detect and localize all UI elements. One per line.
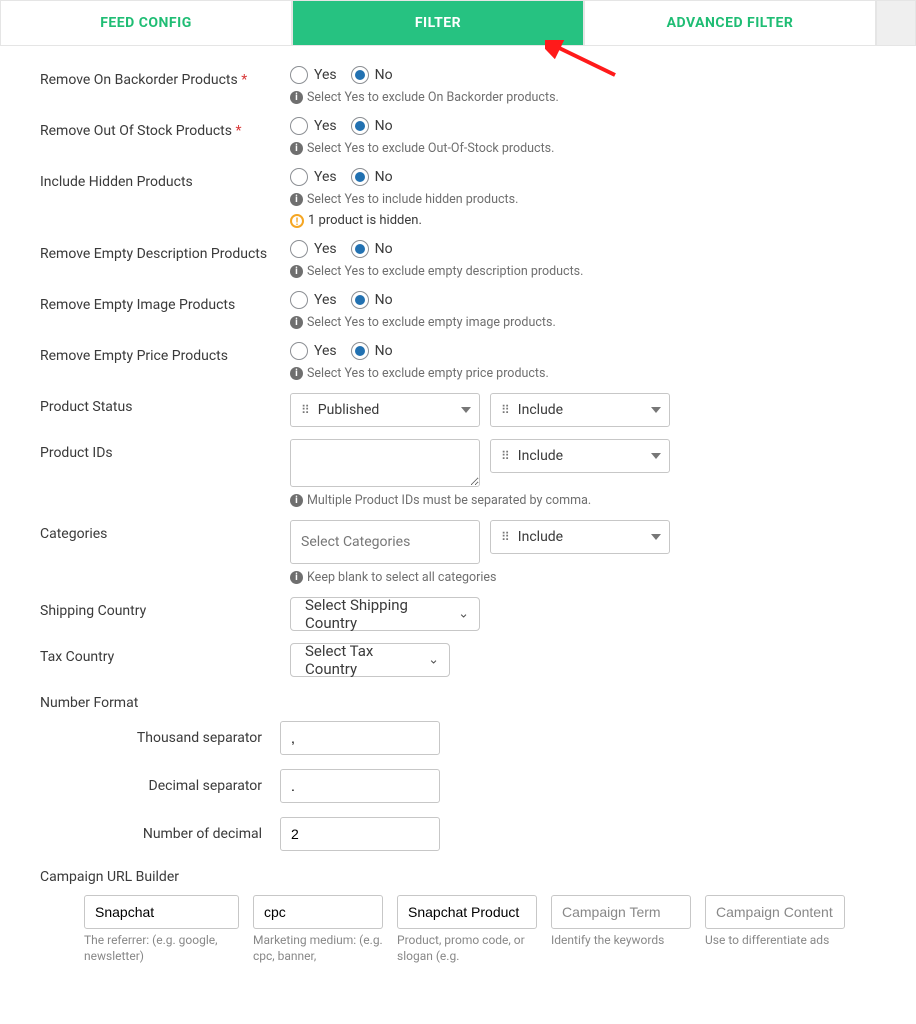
label-shipping-country: Shipping Country [40, 597, 290, 619]
radio-empty-desc-yes[interactable]: Yes [290, 240, 337, 258]
info-icon: i [290, 316, 303, 329]
radio-hidden-no[interactable]: No [351, 168, 393, 186]
required-indicator: * [235, 123, 241, 139]
radio-empty-desc-no[interactable]: No [351, 240, 393, 258]
label-remove-empty-price: Remove Empty Price Products [40, 342, 290, 364]
label-number-format: Number Format [40, 695, 876, 711]
label-remove-empty-image: Remove Empty Image Products [40, 291, 290, 313]
chevron-down-icon [651, 534, 661, 540]
label-product-ids: Product IDs [40, 439, 290, 461]
label-remove-outofstock: Remove Out Of Stock Products * [40, 117, 290, 139]
radio-backorder-no[interactable]: No [351, 66, 393, 84]
drag-handle-icon [501, 529, 512, 545]
label-remove-empty-desc: Remove Empty Description Products [40, 240, 290, 262]
hint-utm-content: Use to differentiate ads [705, 933, 845, 949]
drag-handle-icon [301, 402, 312, 418]
drag-handle-icon [501, 448, 512, 464]
chevron-down-icon [461, 407, 471, 413]
radio-outofstock-no[interactable]: No [351, 117, 393, 135]
hint-empty-desc: Select Yes to exclude empty description … [307, 264, 583, 279]
warning-icon: ! [290, 214, 304, 228]
select-product-status[interactable]: Published [290, 393, 480, 427]
label-campaign-url-builder: Campaign URL Builder [40, 869, 876, 885]
info-icon: i [290, 91, 303, 104]
drag-handle-icon [501, 402, 512, 418]
hint-empty-price: Select Yes to exclude empty price produc… [307, 366, 549, 381]
warn-hidden: 1 product is hidden. [308, 213, 422, 228]
info-icon: i [290, 367, 303, 380]
tab-filter[interactable]: FILTER [292, 0, 584, 45]
label-tax-country: Tax Country [40, 643, 290, 665]
label-num-decimal: Number of decimal [40, 826, 280, 842]
hint-hidden: Select Yes to include hidden products. [307, 192, 518, 207]
hint-outofstock: Select Yes to exclude Out-Of-Stock produ… [307, 141, 554, 156]
info-icon: i [290, 494, 303, 507]
hint-utm-campaign: Product, promo code, or slogan (e.g. [397, 933, 537, 964]
label-thousand-sep: Thousand separator [40, 730, 280, 746]
radio-empty-price-yes[interactable]: Yes [290, 342, 337, 360]
label-product-status: Product Status [40, 393, 290, 415]
tab-advanced-filter[interactable]: ADVANCED FILTER [584, 0, 876, 45]
hint-utm-medium: Marketing medium: (e.g. cpc, banner, [253, 933, 383, 964]
chevron-down-icon [651, 453, 661, 459]
textarea-product-ids[interactable] [290, 439, 480, 487]
hint-categories: Keep blank to select all categories [307, 570, 496, 585]
info-icon: i [290, 193, 303, 206]
hint-product-ids: Multiple Product IDs must be separated b… [307, 493, 591, 508]
input-utm-campaign[interactable] [397, 895, 537, 929]
tab-feed-config[interactable]: FEED CONFIG [0, 0, 292, 45]
label-include-hidden: Include Hidden Products [40, 168, 290, 190]
hint-utm-source: The referrer: (e.g. google, newsletter) [84, 933, 239, 964]
input-utm-content[interactable] [705, 895, 845, 929]
select-categories[interactable]: Select Categories [290, 520, 480, 564]
input-decimal-sep[interactable] [280, 769, 440, 803]
info-icon: i [290, 142, 303, 155]
radio-hidden-yes[interactable]: Yes [290, 168, 337, 186]
label-decimal-sep: Decimal separator [40, 778, 280, 794]
radio-empty-price-no[interactable]: No [351, 342, 393, 360]
chevron-down-icon: ⌄ [458, 607, 469, 622]
input-thousand-sep[interactable] [280, 721, 440, 755]
label-remove-backorder: Remove On Backorder Products * [40, 66, 290, 88]
input-utm-medium[interactable] [253, 895, 383, 929]
select-product-status-mode[interactable]: Include [490, 393, 670, 427]
hint-empty-image: Select Yes to exclude empty image produc… [307, 315, 556, 330]
select-tax-country[interactable]: Select Tax Country⌄ [290, 643, 450, 677]
required-indicator: * [241, 72, 247, 88]
hint-backorder: Select Yes to exclude On Backorder produ… [307, 90, 559, 105]
tab-overflow[interactable] [876, 0, 916, 45]
select-product-ids-mode[interactable]: Include [490, 439, 670, 473]
radio-empty-image-no[interactable]: No [351, 291, 393, 309]
radio-outofstock-yes[interactable]: Yes [290, 117, 337, 135]
select-shipping-country[interactable]: Select Shipping Country⌄ [290, 597, 480, 631]
input-utm-term[interactable] [551, 895, 691, 929]
chevron-down-icon [651, 407, 661, 413]
info-icon: i [290, 265, 303, 278]
info-icon: i [290, 571, 303, 584]
select-categories-mode[interactable]: Include [490, 520, 670, 554]
chevron-down-icon: ⌄ [428, 653, 439, 668]
tab-bar: FEED CONFIG FILTER ADVANCED FILTER [0, 0, 916, 46]
hint-utm-term: Identify the keywords [551, 933, 691, 949]
radio-backorder-yes[interactable]: Yes [290, 66, 337, 84]
radio-empty-image-yes[interactable]: Yes [290, 291, 337, 309]
input-utm-source[interactable] [84, 895, 239, 929]
input-num-decimal[interactable] [280, 817, 440, 851]
label-categories: Categories [40, 520, 290, 542]
